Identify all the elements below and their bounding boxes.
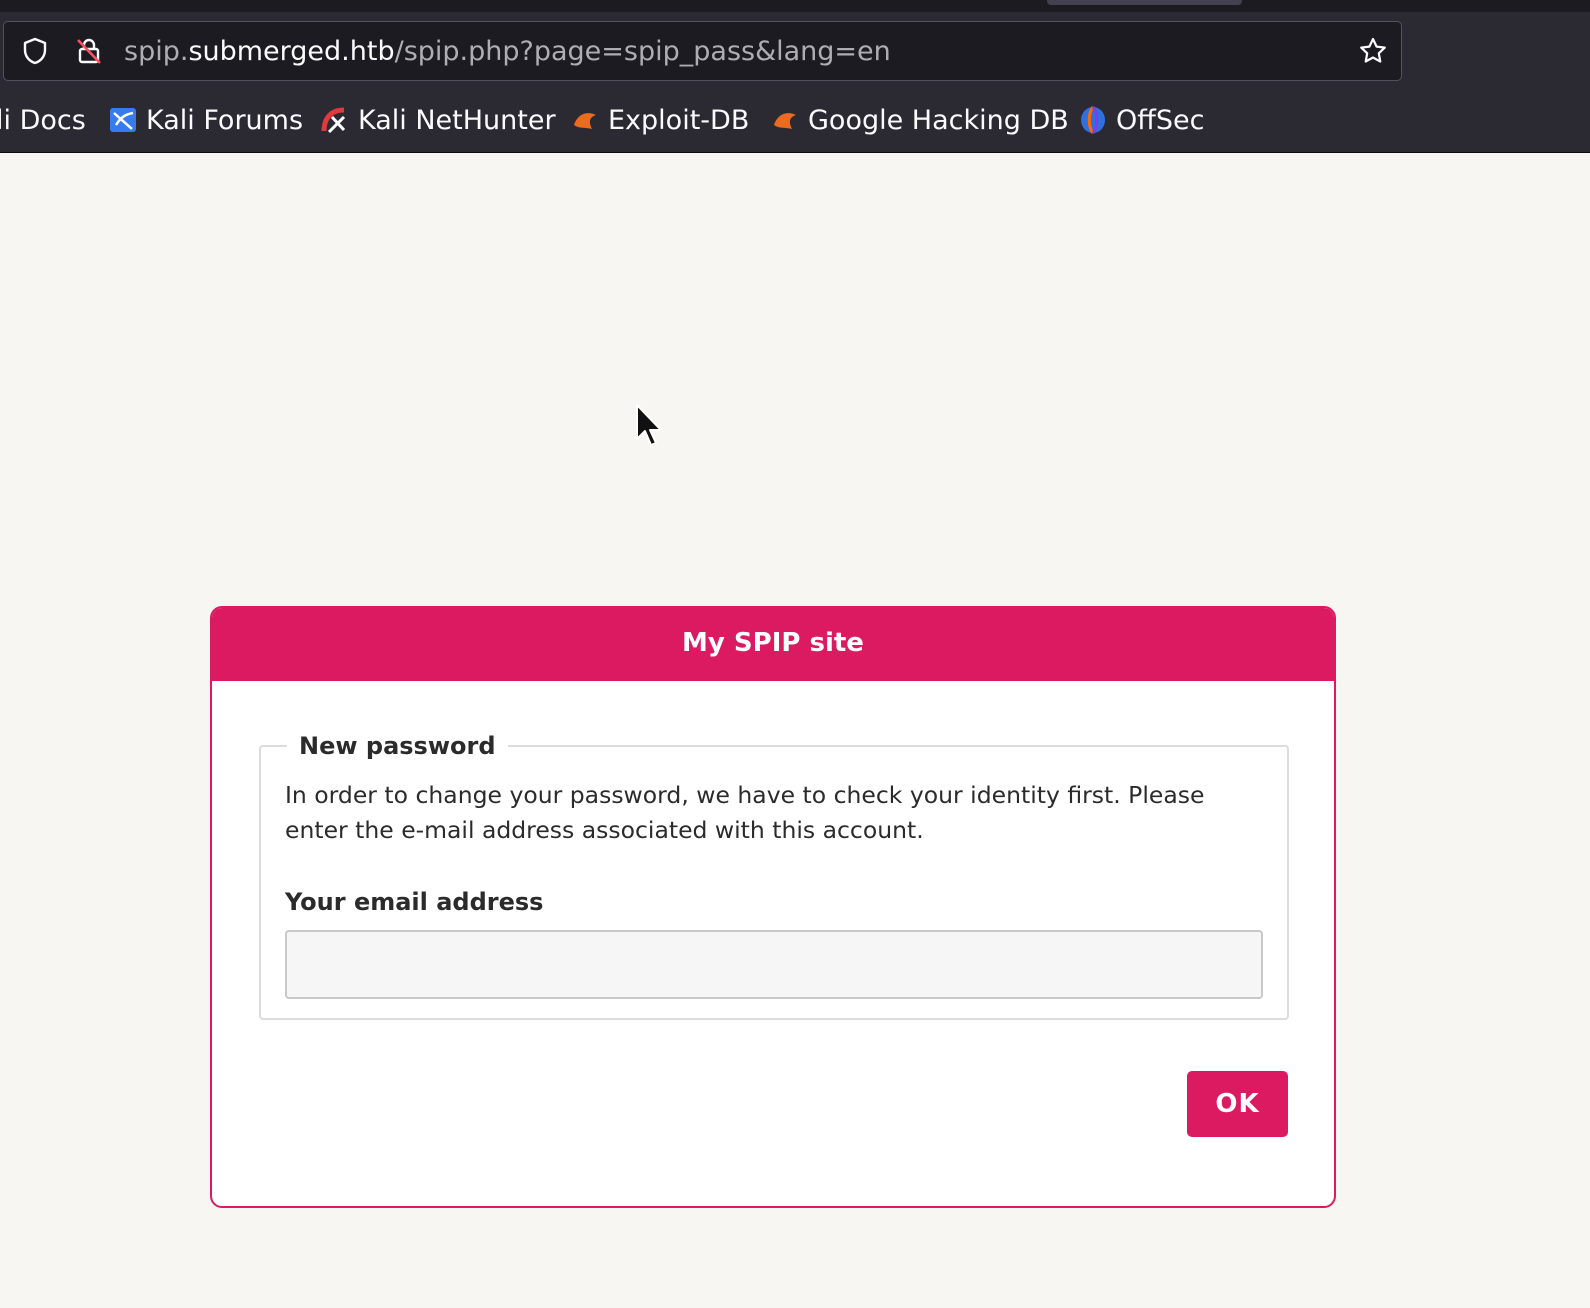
bookmark-label: Google Hacking DB xyxy=(808,105,1069,136)
bookmark-kali-forums[interactable]: Kali Forums xyxy=(108,100,303,142)
shield-icon[interactable] xyxy=(20,36,50,66)
bookmark-offsec[interactable]: OffSec xyxy=(1078,100,1204,142)
kali-nethunter-icon xyxy=(321,107,346,134)
mouse-pointer-icon xyxy=(636,404,662,446)
ok-button[interactable]: OK xyxy=(1187,1071,1288,1137)
bookmark-label: Kali NetHunter xyxy=(358,105,556,136)
insecure-lock-icon[interactable] xyxy=(74,36,104,66)
active-tab-edge[interactable] xyxy=(1047,0,1242,5)
url-subdomain: spip. xyxy=(124,36,189,67)
bookmark-exploit-db[interactable]: Exploit-DB xyxy=(570,100,749,142)
email-label: Your email address xyxy=(285,888,544,916)
kali-forums-icon xyxy=(110,108,136,132)
url-path: /spip.php?page=spip_pass&lang=en xyxy=(394,36,891,67)
browser-toolbar: spip.submerged.htb/spip.php?page=spip_pa… xyxy=(0,12,1590,153)
site-title: My SPIP site xyxy=(212,608,1334,681)
url-host: submerged.htb xyxy=(188,36,395,67)
exploit-db-icon xyxy=(774,113,796,129)
star-icon[interactable] xyxy=(1358,36,1388,66)
explanation-text: In order to change your password, we hav… xyxy=(285,781,1205,844)
bookmarks-toolbar: li Docs Kali Forums Kali NetHunter Explo… xyxy=(0,100,1590,142)
bookmark-label: li Docs xyxy=(0,105,86,136)
bookmark-kali-docs[interactable]: li Docs xyxy=(0,100,86,142)
exploit-db-icon xyxy=(574,113,596,129)
email-field[interactable] xyxy=(285,930,1263,999)
window-top-strip xyxy=(0,0,1590,12)
bookmark-google-hacking-db[interactable]: Google Hacking DB xyxy=(770,100,1069,142)
bookmark-label: Exploit-DB xyxy=(608,105,750,136)
new-password-fieldset: New password In order to change your pas… xyxy=(259,732,1289,1020)
bookmark-kali-nethunter[interactable]: Kali NetHunter xyxy=(320,100,556,142)
address-bar[interactable]: spip.submerged.htb/spip.php?page=spip_pa… xyxy=(3,21,1402,81)
fieldset-legend: New password xyxy=(299,732,496,760)
url-text[interactable]: spip.submerged.htb/spip.php?page=spip_pa… xyxy=(124,34,891,70)
bookmark-label: OffSec xyxy=(1116,105,1205,136)
bookmark-label: Kali Forums xyxy=(146,105,304,136)
offsec-icon xyxy=(1081,106,1105,134)
password-reset-card: My SPIP site New password In order to ch… xyxy=(210,606,1336,1208)
